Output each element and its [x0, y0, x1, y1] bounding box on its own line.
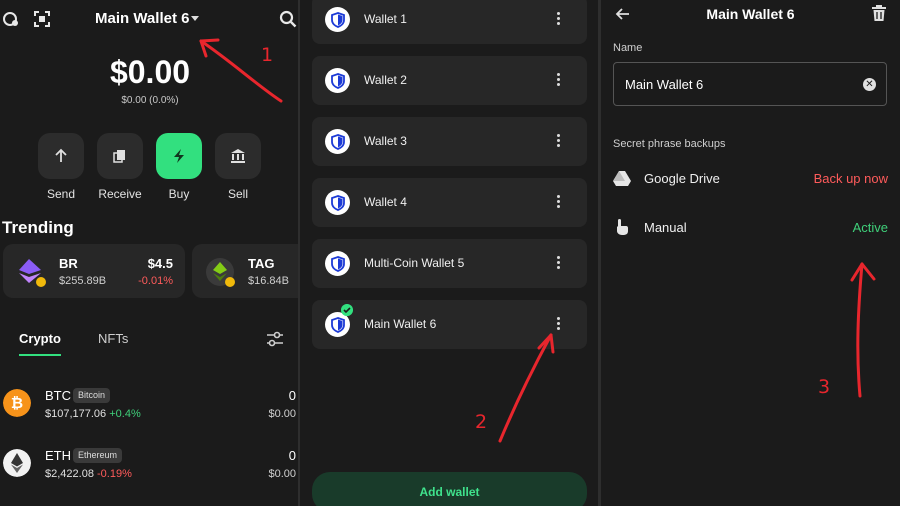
wallet-name-input[interactable]: [613, 62, 887, 106]
shield-icon: [325, 68, 350, 93]
trending-cap: $16.84B: [248, 275, 289, 287]
sell-label: Sell: [227, 187, 248, 201]
wallet-row[interactable]: Wallet 4: [312, 178, 587, 227]
trending-change: -0.01%: [138, 275, 173, 287]
wallet-name: Main Wallet 6: [364, 317, 437, 331]
receive-button[interactable]: Receive: [97, 133, 143, 201]
backups-label: Secret phrase backups: [613, 138, 726, 150]
scan-icon[interactable]: [33, 10, 51, 28]
wallet-name: Wallet 1: [364, 12, 407, 26]
trending-card-br[interactable]: BR $255.89B $4.5 -0.01%: [3, 244, 185, 298]
wallet-name: Wallet 4: [364, 195, 407, 209]
trending-price: $4.5: [147, 256, 173, 271]
wallet-name: Wallet 3: [364, 134, 407, 148]
kebab-menu-icon[interactable]: [557, 317, 561, 331]
coin-change: +0.4%: [109, 408, 141, 420]
backup-row-google-drive[interactable]: Google Drive Back up now: [613, 168, 888, 192]
wallet-row[interactable]: Wallet 1: [312, 0, 587, 44]
shield-icon: [325, 129, 350, 154]
wallet-selector[interactable]: Main Wallet 6: [95, 10, 189, 27]
coin-row-eth[interactable]: ETH Ethereum $2,422.08 -0.19% 0 $0.00: [0, 446, 298, 486]
bank-icon: [231, 149, 245, 163]
coin-price: $2,422.08: [45, 468, 94, 480]
annotation-number-2: 2: [475, 411, 488, 433]
kebab-menu-icon[interactable]: [557, 195, 561, 209]
trending-symbol: TAG: [248, 256, 275, 271]
wallet-row[interactable]: Wallet 3: [312, 117, 587, 166]
backup-up-now-link[interactable]: Back up now: [814, 171, 888, 186]
shield-icon: [325, 7, 350, 32]
screenshot-collage: Main Wallet 6 $0.00 $0.00 (0.0%) Send Re…: [0, 0, 900, 506]
google-drive-icon: [613, 171, 631, 186]
balance-change: $0.00 (0.0%): [121, 95, 179, 106]
kebab-menu-icon[interactable]: [557, 12, 561, 26]
coin-price: $107,177.06: [45, 408, 107, 420]
tab-crypto[interactable]: Crypto: [19, 331, 61, 346]
coin-symbol: ETH: [45, 448, 71, 463]
trending-cap: $255.89B: [59, 275, 107, 287]
page-title: Main Wallet 6: [706, 6, 795, 22]
coin-name-badge: Ethereum: [73, 448, 123, 463]
kebab-menu-icon[interactable]: [557, 256, 561, 270]
shield-icon: [325, 190, 350, 215]
trash-icon[interactable]: [871, 5, 887, 22]
wallet-name: Wallet 2: [364, 73, 407, 87]
coin-name-badge: Bitcoin: [73, 388, 111, 403]
backup-label: Manual: [644, 220, 687, 235]
tab-nfts[interactable]: NFTs: [98, 331, 128, 346]
add-wallet-button[interactable]: Add wallet: [312, 472, 587, 506]
chevron-down-icon[interactable]: [191, 16, 199, 21]
receive-icon: [113, 150, 125, 163]
trending-symbol: BR: [59, 256, 78, 271]
hand-pointer-icon: [617, 219, 628, 235]
name-label: Name: [613, 42, 643, 54]
coin-balance: 0: [288, 448, 296, 463]
wallet-home-panel: Main Wallet 6 $0.00 $0.00 (0.0%) Send Re…: [0, 0, 298, 506]
filter-sliders-icon[interactable]: [266, 331, 284, 347]
kebab-menu-icon[interactable]: [557, 73, 561, 87]
buy-button[interactable]: Buy: [156, 133, 202, 201]
coin-balance: 0: [288, 388, 296, 403]
arrow-up-icon: [55, 148, 67, 162]
check-icon: [341, 304, 353, 316]
bitcoin-icon: ₿: [3, 389, 31, 417]
svg-text:₿: ₿: [11, 394, 23, 412]
shield-icon: [325, 251, 350, 276]
wallet-list-panel: Wallet 1 Wallet 2 Wallet 3 Wallet 4 Mult…: [300, 0, 598, 506]
lightning-icon: [174, 149, 184, 163]
annotation-number-1: 1: [261, 44, 274, 66]
trending-heading: Trending: [2, 218, 74, 237]
coin-symbol: BTC: [45, 388, 71, 403]
backup-label: Google Drive: [644, 171, 720, 186]
send-button[interactable]: Send: [38, 133, 84, 201]
tag-token-icon: [206, 258, 235, 287]
coin-value: $0.00: [268, 468, 296, 480]
settings-icon[interactable]: [2, 10, 20, 28]
wallet-row[interactable]: Multi-Coin Wallet 5: [312, 239, 587, 288]
wallet-name: Multi-Coin Wallet 5: [364, 256, 465, 270]
sell-button[interactable]: Sell: [215, 133, 261, 201]
search-icon[interactable]: [279, 10, 297, 28]
ethereum-icon: [3, 449, 31, 477]
coin-value: $0.00: [268, 408, 296, 420]
backup-row-manual[interactable]: Manual Active: [613, 217, 888, 241]
kebab-menu-icon[interactable]: [557, 134, 561, 148]
wallet-row-selected[interactable]: Main Wallet 6: [312, 300, 587, 349]
trending-card-tag[interactable]: TAG $16.84B: [192, 244, 298, 298]
tab-indicator: [19, 354, 61, 356]
br-token-icon: [19, 259, 46, 287]
wallet-details-panel: Main Wallet 6 Name ✕ Secret phrase backu…: [601, 0, 900, 506]
total-balance: $0.00: [109, 54, 191, 90]
clear-icon[interactable]: ✕: [863, 78, 876, 91]
backup-status-active: Active: [852, 220, 888, 235]
coin-row-btc[interactable]: ₿ BTC Bitcoin $107,177.06 +0.4% 0 $0.00: [0, 386, 298, 426]
wallet-row[interactable]: Wallet 2: [312, 56, 587, 105]
coin-change: -0.19%: [97, 468, 132, 480]
annotation-number-3: 3: [818, 376, 831, 398]
